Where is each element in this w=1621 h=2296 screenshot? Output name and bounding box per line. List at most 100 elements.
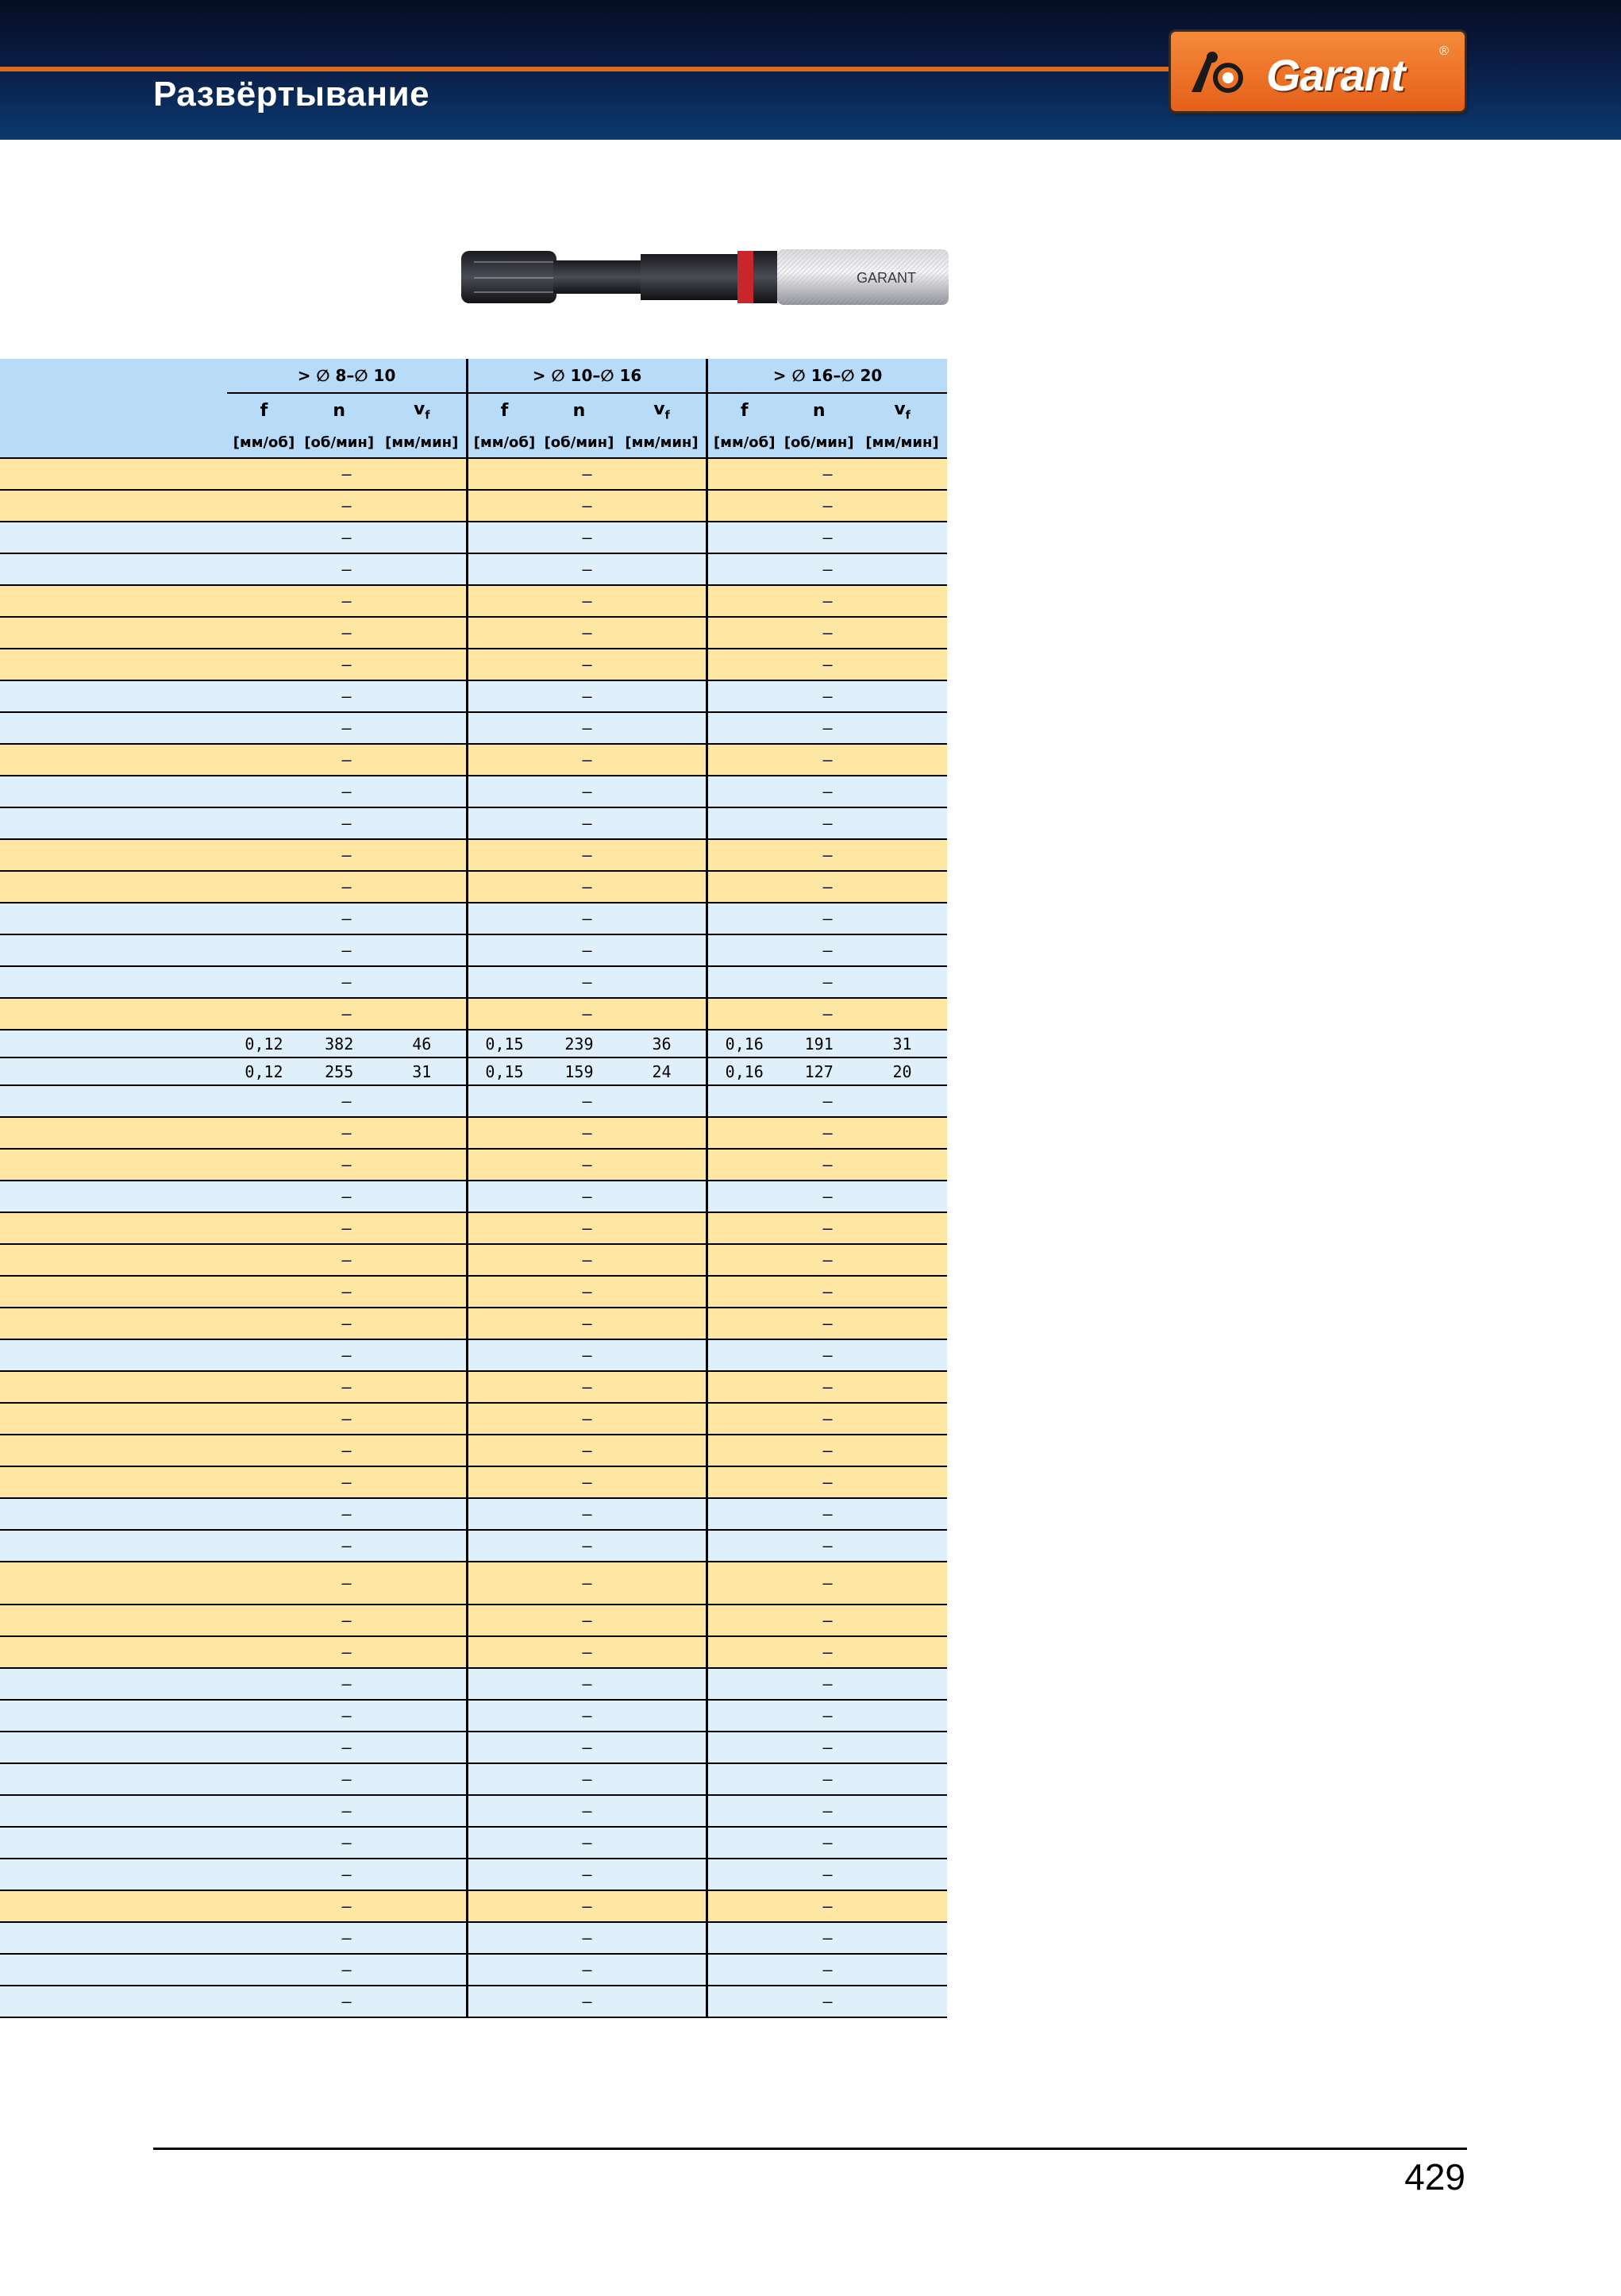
row-label-cell xyxy=(0,1435,228,1467)
table-row: – – – xyxy=(0,1212,947,1245)
not-applicable-cell: – xyxy=(465,522,707,554)
table-row: – – – xyxy=(0,839,947,872)
unit-v: [мм/мин] xyxy=(617,427,707,459)
not-applicable-cell: – xyxy=(227,1371,468,1404)
row-label-cell xyxy=(0,934,228,967)
unit-f: [мм/об] xyxy=(465,427,541,459)
not-applicable-cell: – xyxy=(227,1605,468,1637)
table-row: – – – xyxy=(0,871,947,903)
not-applicable-cell: – xyxy=(706,1498,947,1531)
not-applicable-cell: – xyxy=(227,1498,468,1531)
not-applicable-cell: – xyxy=(465,1498,707,1531)
row-label-cell xyxy=(0,1827,228,1859)
table-row: – – – xyxy=(0,1700,947,1732)
not-applicable-cell: – xyxy=(465,776,707,808)
row-label-cell xyxy=(0,1244,228,1277)
row-label-cell xyxy=(0,1922,228,1955)
not-applicable-cell: – xyxy=(227,934,468,967)
not-applicable-cell: – xyxy=(706,839,947,872)
row-label-cell xyxy=(0,1181,228,1213)
not-applicable-cell: – xyxy=(465,1763,707,1796)
table-row: – – – xyxy=(0,680,947,713)
unit-f: [мм/об] xyxy=(227,427,301,459)
not-applicable-cell: – xyxy=(465,1732,707,1764)
not-applicable-cell: – xyxy=(465,1085,707,1118)
not-applicable-cell: – xyxy=(465,1954,707,1986)
not-applicable-cell: – xyxy=(465,903,707,935)
not-applicable-cell: – xyxy=(227,807,468,840)
row-label-cell xyxy=(0,1212,228,1245)
cutting-data-table: > ∅ 8–∅ 10 > ∅ 10–∅ 16 > ∅ 16–∅ 20 f n v… xyxy=(0,359,947,2018)
table-row: 0,12 255 31 0,15 159 24 0,16 127 20 xyxy=(0,1057,947,1086)
row-label-cell xyxy=(0,522,228,554)
value-cell: 382 xyxy=(300,1030,378,1058)
row-label-cell xyxy=(0,966,228,999)
reamer-tool-image: GARANT xyxy=(461,249,949,305)
not-applicable-cell: – xyxy=(706,1339,947,1372)
value-cell: 46 xyxy=(377,1030,468,1058)
registered-mark: ® xyxy=(1439,44,1449,58)
row-label-cell xyxy=(0,617,228,649)
not-applicable-cell: – xyxy=(465,1668,707,1701)
not-applicable-cell: – xyxy=(227,1562,468,1605)
row-label-cell xyxy=(0,1057,228,1086)
not-applicable-cell: – xyxy=(706,1085,947,1118)
row-label-cell xyxy=(0,871,228,903)
not-applicable-cell: – xyxy=(227,1085,468,1118)
row-label-cell xyxy=(0,1763,228,1796)
not-applicable-cell: – xyxy=(227,522,468,554)
table-row: – – – xyxy=(0,1530,947,1562)
garant-logo-text: Garant xyxy=(1266,50,1405,100)
row-label-cell xyxy=(0,458,228,491)
not-applicable-cell: – xyxy=(227,1986,468,2018)
table-row: – – – xyxy=(0,1732,947,1764)
table-row: – – – xyxy=(0,966,947,999)
table-row: – – – xyxy=(0,1276,947,1308)
page-header: Развёртывание Garant ® xyxy=(0,0,1621,140)
not-applicable-cell: – xyxy=(706,1530,947,1562)
not-applicable-cell: – xyxy=(227,1795,468,1828)
row-label-cell xyxy=(0,1149,228,1181)
not-applicable-cell: – xyxy=(706,680,947,713)
table-row: – – – xyxy=(0,1562,947,1605)
not-applicable-cell: – xyxy=(465,1530,707,1562)
row-label-cell xyxy=(0,776,228,808)
row-label-cell xyxy=(0,1530,228,1562)
table-row: – – – xyxy=(0,1763,947,1796)
row-label-cell xyxy=(0,807,228,840)
not-applicable-cell: – xyxy=(227,1117,468,1150)
not-applicable-cell: – xyxy=(465,585,707,618)
table-header: > ∅ 8–∅ 10 > ∅ 10–∅ 16 > ∅ 16–∅ 20 f n v… xyxy=(0,359,947,459)
garant-logo-icon xyxy=(1192,52,1243,93)
group-header-16-20: > ∅ 16–∅ 20 xyxy=(706,359,947,394)
not-applicable-cell: – xyxy=(706,1244,947,1277)
not-applicable-cell: – xyxy=(465,934,707,967)
row-label-cell xyxy=(0,585,228,618)
row-label-cell xyxy=(0,1562,228,1605)
not-applicable-cell: – xyxy=(227,966,468,999)
value-cell: 20 xyxy=(857,1057,947,1086)
not-applicable-cell: – xyxy=(465,617,707,649)
param-v: v xyxy=(894,399,906,419)
table-row: – – – xyxy=(0,1181,947,1213)
not-applicable-cell: – xyxy=(706,998,947,1031)
param-f: f xyxy=(260,400,268,421)
footer-rule xyxy=(153,2148,1467,2150)
not-applicable-cell: – xyxy=(706,649,947,681)
table-row: – – – xyxy=(0,617,947,649)
not-applicable-cell: – xyxy=(227,585,468,618)
row-label-cell xyxy=(0,903,228,935)
not-applicable-cell: – xyxy=(465,1149,707,1181)
not-applicable-cell: – xyxy=(227,490,468,522)
row-label-cell xyxy=(0,1466,228,1499)
unit-n: [об/мин] xyxy=(300,427,378,459)
param-v: v xyxy=(653,399,665,419)
table-row: – – – xyxy=(0,1371,947,1404)
not-applicable-cell: – xyxy=(227,649,468,681)
table-row: – – – xyxy=(0,1668,947,1701)
not-applicable-cell: – xyxy=(465,1890,707,1923)
not-applicable-cell: – xyxy=(706,1403,947,1435)
not-applicable-cell: – xyxy=(465,966,707,999)
not-applicable-cell: – xyxy=(706,1827,947,1859)
table-row: – – – xyxy=(0,1954,947,1986)
